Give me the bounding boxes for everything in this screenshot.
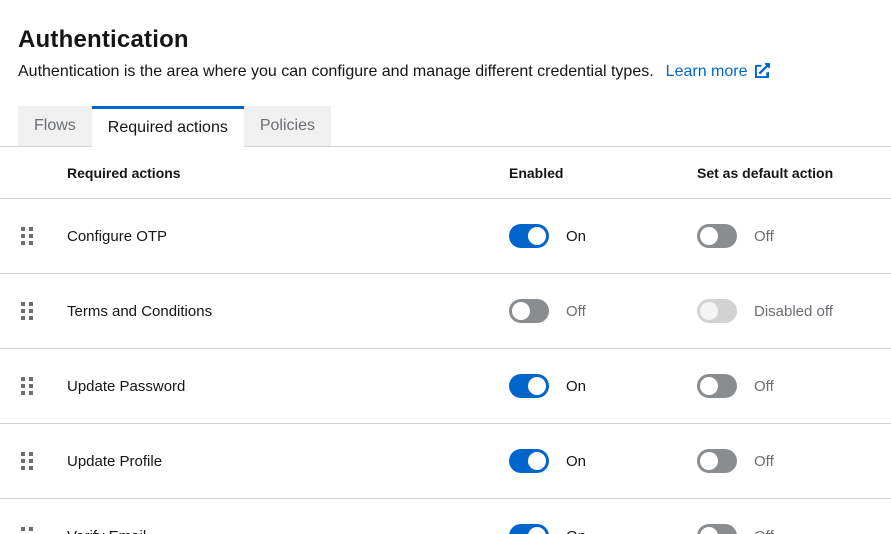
tab-flows[interactable]: Flows — [18, 106, 92, 146]
toggle-knob — [528, 227, 546, 245]
action-name: Verify Email — [67, 528, 146, 534]
enabled-toggle[interactable] — [509, 374, 549, 398]
enabled-toggle[interactable] — [509, 299, 549, 323]
toggle-knob — [528, 452, 546, 470]
table-row: Terms and Conditions Off Disabled off — [0, 274, 891, 349]
action-name: Update Profile — [67, 453, 162, 470]
enabled-cell: On — [509, 449, 697, 473]
toggle-knob — [700, 302, 718, 320]
action-name: Configure OTP — [67, 228, 167, 245]
toggle-knob — [700, 377, 718, 395]
tab-policies[interactable]: Policies — [244, 106, 331, 146]
learn-more-label: Learn more — [666, 63, 748, 80]
tab-required-actions[interactable]: Required actions — [92, 106, 244, 147]
default-action-toggle[interactable] — [697, 374, 737, 398]
page-header: Authentication Authentication is the are… — [0, 0, 891, 84]
grip-cell — [0, 527, 67, 534]
enabled-cell: Off — [509, 299, 697, 323]
page-title: Authentication — [18, 27, 867, 53]
drag-handle-icon[interactable] — [21, 302, 34, 320]
default-action-cell: Off — [697, 224, 891, 248]
action-name-cell: Configure OTP — [67, 228, 509, 245]
toggle-knob — [528, 527, 546, 534]
tabs: FlowsRequired actionsPolicies — [0, 106, 891, 147]
grip-cell — [0, 227, 67, 245]
default-action-toggle[interactable] — [697, 224, 737, 248]
default-action-cell: Off — [697, 449, 891, 473]
enabled-toggle[interactable] — [509, 224, 549, 248]
column-header-required-actions: Required actions — [67, 165, 509, 181]
default-action-toggle-label: Disabled off — [754, 303, 833, 320]
grip-cell — [0, 452, 67, 470]
action-name-cell: Update Password — [67, 378, 509, 395]
table-row: Update Password On Off — [0, 349, 891, 424]
default-action-cell: Off — [697, 524, 891, 534]
drag-handle-icon[interactable] — [21, 227, 34, 245]
external-link-icon[interactable] — [755, 63, 770, 84]
table-row: Configure OTP On Off — [0, 199, 891, 274]
page-subtitle: Authentication is the area where you can… — [18, 63, 654, 80]
drag-handle-icon[interactable] — [21, 527, 34, 534]
grip-cell — [0, 302, 67, 320]
default-action-toggle[interactable] — [697, 449, 737, 473]
enabled-toggle-label: Off — [566, 303, 586, 320]
default-action-toggle-label: Off — [754, 528, 774, 534]
default-action-cell: Disabled off — [697, 299, 891, 323]
enabled-cell: On — [509, 224, 697, 248]
toggle-knob — [700, 452, 718, 470]
page-subtitle-line: Authentication is the area where you can… — [18, 62, 867, 84]
toggle-knob — [512, 302, 530, 320]
enabled-cell: On — [509, 374, 697, 398]
toggle-knob — [528, 377, 546, 395]
enabled-toggle-label: On — [566, 228, 586, 245]
grip-cell — [0, 377, 67, 395]
action-name: Terms and Conditions — [67, 303, 212, 320]
default-action-toggle[interactable] — [697, 524, 737, 534]
enabled-cell: On — [509, 524, 697, 534]
table-header-row: Required actions Enabled Set as default … — [0, 147, 891, 199]
enabled-toggle-label: On — [566, 378, 586, 395]
table-body: Configure OTP On Off Terms and Condition… — [0, 199, 891, 534]
default-action-toggle-label: Off — [754, 453, 774, 470]
column-header-enabled: Enabled — [509, 165, 697, 181]
drag-handle-icon[interactable] — [21, 377, 34, 395]
default-action-toggle — [697, 299, 737, 323]
enabled-toggle[interactable] — [509, 524, 549, 534]
learn-more-link[interactable]: Learn more — [666, 63, 770, 80]
enabled-toggle-label: On — [566, 528, 586, 534]
column-header-set-as-default-action: Set as default action — [697, 165, 891, 181]
action-name-cell: Update Profile — [67, 453, 509, 470]
table-row: Update Profile On Off — [0, 424, 891, 499]
enabled-toggle[interactable] — [509, 449, 549, 473]
action-name: Update Password — [67, 378, 185, 395]
drag-handle-icon[interactable] — [21, 452, 34, 470]
toggle-knob — [700, 227, 718, 245]
action-name-cell: Verify Email — [67, 528, 509, 534]
default-action-toggle-label: Off — [754, 228, 774, 245]
table-row: Verify Email On Off — [0, 499, 891, 534]
enabled-toggle-label: On — [566, 453, 586, 470]
action-name-cell: Terms and Conditions — [67, 303, 509, 320]
default-action-cell: Off — [697, 374, 891, 398]
default-action-toggle-label: Off — [754, 378, 774, 395]
toggle-knob — [700, 527, 718, 534]
required-actions-table: Required actions Enabled Set as default … — [0, 147, 891, 534]
